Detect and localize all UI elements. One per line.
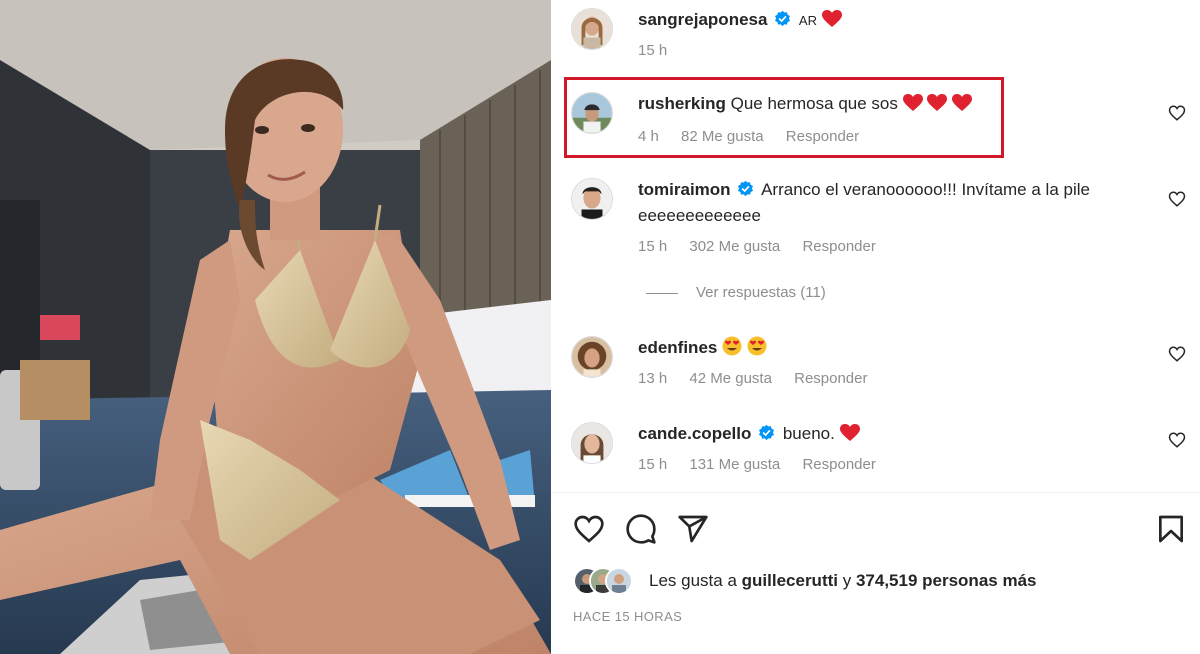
comment-time: 13 h: [638, 370, 668, 387]
avatar[interactable]: [571, 92, 613, 134]
reply-button[interactable]: Responder: [802, 238, 875, 255]
reply-button[interactable]: Responder: [802, 456, 875, 473]
share-send-icon[interactable]: [677, 513, 709, 545]
like-heart-icon[interactable]: [573, 513, 605, 545]
verified-badge-icon: [775, 10, 791, 27]
username[interactable]: rusherking: [638, 94, 726, 113]
comment-text: bueno.: [782, 424, 835, 443]
red-heart-emoji-icon: [952, 94, 973, 111]
comment-time: 15 h: [638, 42, 668, 59]
username[interactable]: tomiraimon: [638, 180, 731, 199]
comment-meta: 4 h 82 Me gusta Responder: [638, 128, 877, 145]
comment-likes[interactable]: 42 Me gusta: [689, 370, 772, 387]
reply-button[interactable]: Responder: [794, 370, 867, 387]
avatar-edenfines-icon: [572, 337, 612, 377]
comment-meta: 15 h 302 Me gusta Responder: [638, 238, 894, 255]
caption-line: sangrejaponesa AR: [638, 8, 842, 33]
heart-outline-icon[interactable]: [1168, 431, 1186, 449]
comment-line: rusherking Que hermosa que sos: [638, 92, 973, 116]
bookmark-save-icon[interactable]: [1155, 513, 1187, 545]
username[interactable]: edenfines: [638, 338, 717, 357]
likes-count[interactable]: 374,519 personas más: [856, 571, 1037, 590]
heart-outline-icon[interactable]: [1168, 104, 1186, 122]
verified-badge-icon: [738, 180, 754, 197]
comment-line: cande.copello bueno.: [638, 422, 860, 446]
comment-line-2: eeeeeeeeeeeee: [638, 204, 761, 228]
liker-facepile[interactable]: [573, 567, 643, 595]
comment-meta: 13 h 42 Me gusta Responder: [638, 370, 886, 387]
highlight-box: [564, 77, 1004, 158]
action-bar: [551, 513, 1200, 547]
photo-of-woman-on-hotel-floor: [0, 0, 551, 654]
likes-connector: y: [842, 571, 852, 590]
comment-bubble-icon[interactable]: [625, 513, 657, 545]
comment-line: tomiraimon Arranco el veranoooooo!!! Inv…: [638, 178, 1090, 202]
comment-time: 15 h: [638, 456, 668, 473]
avatar-tomiraimon-icon: [572, 179, 612, 219]
heart-outline-icon[interactable]: [1168, 190, 1186, 208]
red-heart-emoji-icon: [839, 424, 860, 441]
caption-meta: 15 h: [638, 42, 685, 59]
avatar[interactable]: [571, 8, 613, 50]
post-timestamp[interactable]: HACE 15 HORAS: [573, 609, 682, 624]
username[interactable]: cande.copello: [638, 424, 751, 443]
red-heart-emoji-icon: [902, 94, 923, 111]
likes-prefix: Les gusta a: [649, 571, 737, 590]
avatar-rusherking-icon: [572, 93, 612, 133]
username[interactable]: sangrejaponesa: [638, 10, 767, 29]
heart-eyes-emoji-icon: [747, 336, 767, 356]
likes-summary: Les gusta a guillecerutti y 374,519 pers…: [573, 567, 1193, 597]
liker-username[interactable]: guillecerutti: [742, 571, 838, 590]
avatar[interactable]: [571, 178, 613, 220]
red-heart-emoji-icon: [821, 10, 842, 27]
comments-panel: sangrejaponesa AR 15 h rusherking Que he…: [551, 0, 1200, 654]
comment-text: Arranco el veranoooooo!!! Invítame a la …: [761, 180, 1090, 199]
liker-avatar-icon: [605, 567, 633, 595]
comment-likes[interactable]: 302 Me gusta: [689, 238, 780, 255]
heart-outline-icon[interactable]: [1168, 345, 1186, 363]
red-heart-emoji-icon: [927, 94, 948, 111]
section-divider: [551, 492, 1200, 493]
likes-text: Les gusta a guillecerutti y 374,519 pers…: [649, 571, 1036, 591]
caption-text: AR: [798, 13, 817, 28]
comment-meta: 15 h 131 Me gusta Responder: [638, 456, 894, 473]
avatar-cande-copello-icon: [572, 423, 612, 463]
view-replies-button[interactable]: Ver respuestas (11): [646, 284, 826, 301]
divider-dash: [646, 292, 678, 294]
post-photo[interactable]: [0, 0, 551, 654]
comment-line: edenfines: [638, 336, 767, 360]
view-replies-label: Ver respuestas (11): [696, 284, 826, 301]
verified-badge-icon: [759, 424, 775, 441]
comment-time: 4 h: [638, 128, 659, 145]
avatar[interactable]: [571, 336, 613, 378]
avatar[interactable]: [571, 422, 613, 464]
heart-eyes-emoji-icon: [722, 336, 742, 356]
comment-likes[interactable]: 82 Me gusta: [681, 128, 764, 145]
avatar-sangrejaponesa-icon: [572, 9, 612, 49]
reply-button[interactable]: Responder: [786, 128, 859, 145]
comment-likes[interactable]: 131 Me gusta: [689, 456, 780, 473]
comment-time: 15 h: [638, 238, 668, 255]
comment-text-continued: eeeeeeeeeeeee: [638, 206, 761, 225]
comment-text: Que hermosa que sos: [730, 94, 898, 113]
